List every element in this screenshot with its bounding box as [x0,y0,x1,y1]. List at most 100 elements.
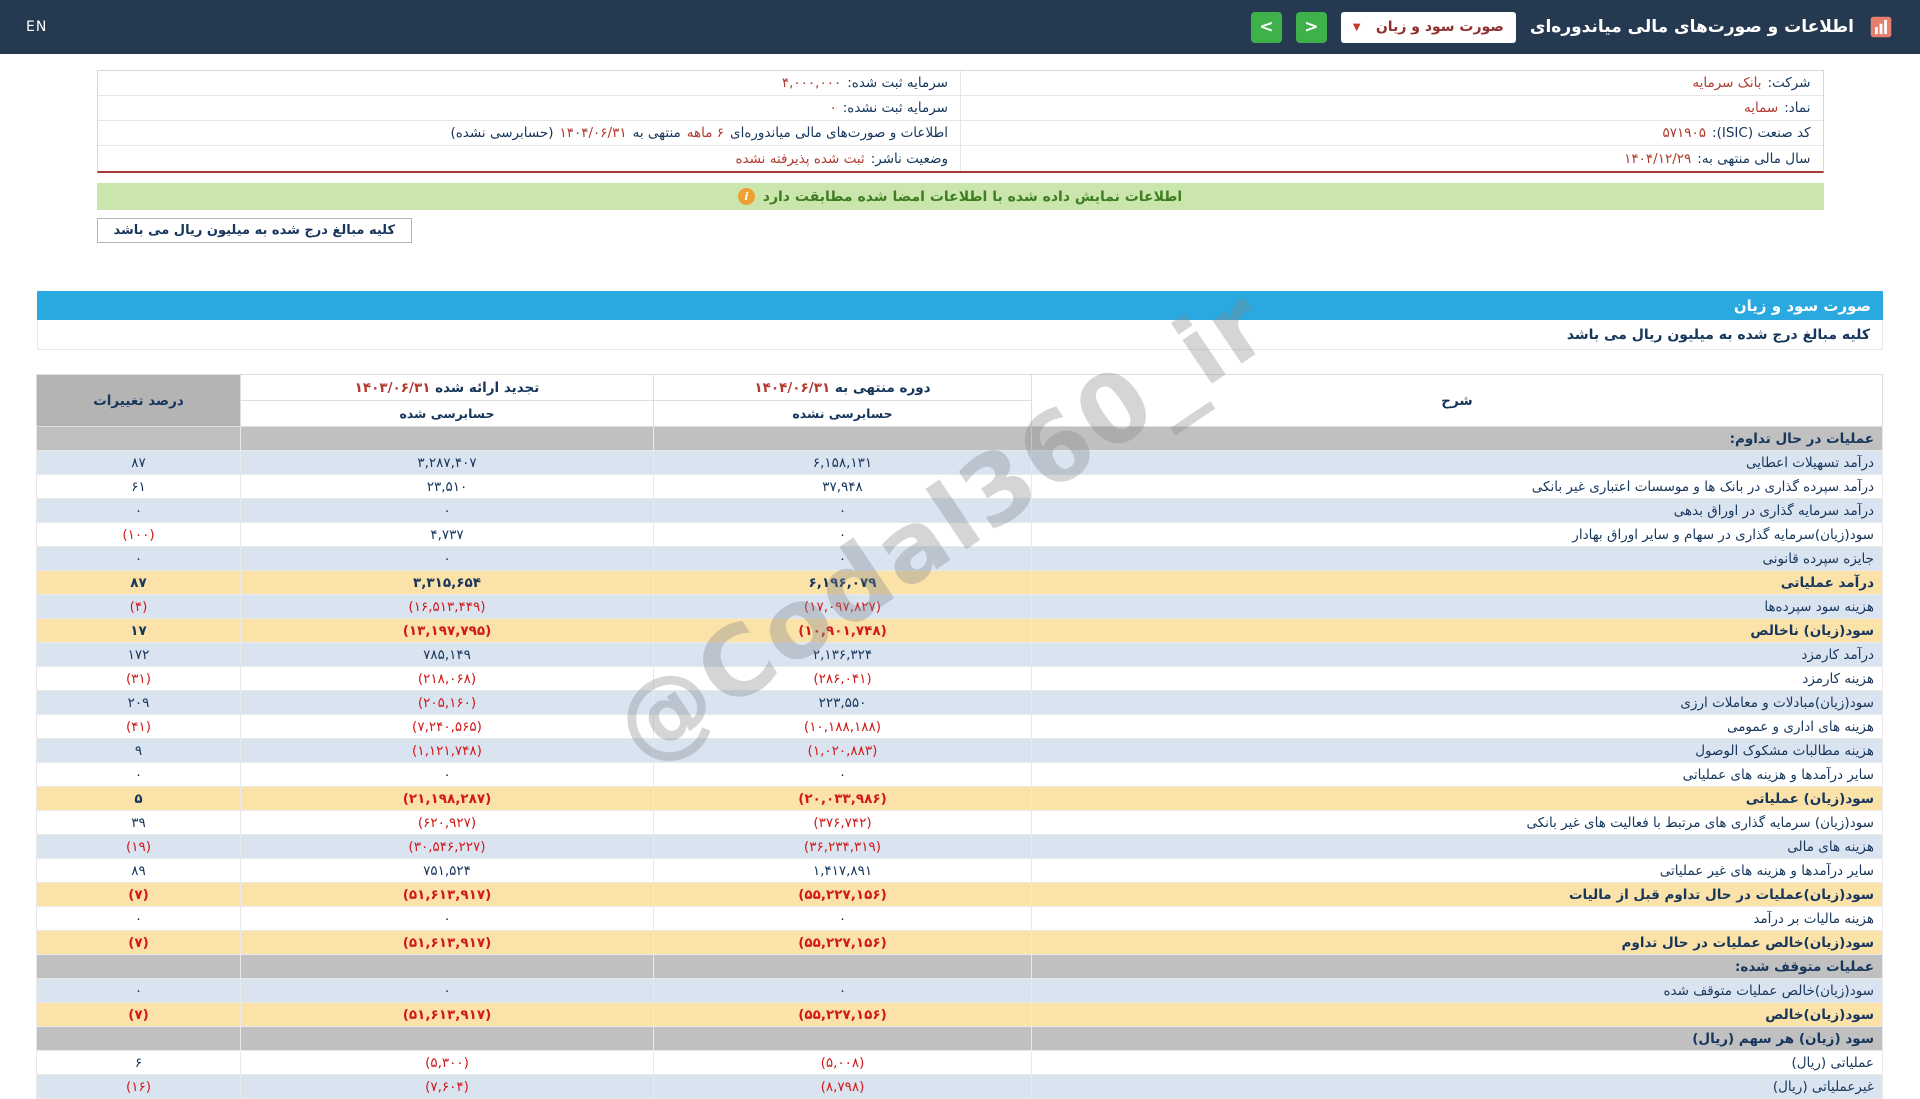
current-period-cell: (۱۰,۱۸۸,۱۸۸) [653,714,1032,739]
pct-change-cell: ۰ [36,546,241,571]
info-label: نماد: [1784,100,1811,116]
pct-change-cell: (۴۱) [36,714,241,739]
info-label: شرکت: [1767,75,1811,91]
col-restated-period-title: تجدید ارائه شده [435,379,540,396]
table-gap [37,350,1883,374]
pct-change-cell: (۱۶) [36,1074,241,1099]
col-pct-change-header: درصد تغییرات [36,374,241,427]
table-row: سود(زیان) سرمایه گذاری های مرتبط با فعال… [36,810,1883,835]
row-desc-cell: سود(زیان)سرمایه گذاری در سهام و سایر اور… [1031,522,1883,547]
prior-period-cell: (۵۱,۶۱۳,۹۱۷) [240,930,654,955]
col-current-period-header: دوره منتهی به ۱۴۰۴/۰۶/۳۱ [653,374,1032,401]
prior-period-cell: ۰ [240,546,654,571]
current-period-cell: ۰ [653,978,1032,1003]
row-desc-cell: جایزه سپرده قانونی [1031,546,1883,571]
total-row: سود(زیان)خالص (۵۵,۲۲۷,۱۵۶) (۵۱,۶۱۳,۹۱۷) (۷) [36,1002,1883,1027]
chevron-down-icon: ▼ [1352,21,1361,33]
info-row: کد صنعت (ISIC): ۵۷۱۹۰۵ اطلاعات و صورت‌های … [97,121,1823,146]
total-row: سود(زیان)خالص عملیات در حال تداوم (۵۵,۲۲۷… [36,930,1883,955]
info-cell: سرمایه ثبت نشده: ۰ [98,96,961,120]
table-row: درآمد تسهیلات اعطایی ۶,۱۵۸,۱۳۱ ۳,۲۸۷,۴۰۷ ۸۷ [36,450,1883,475]
table-row: هزینه های مالی (۳۶,۲۳۴,۳۱۹) (۳۰,۵۴۶,۲۲۷) (۱… [36,834,1883,859]
table-row: هزینه های اداری و عمومی (۱۰,۱۸۸,۱۸۸) (۷,۲۴… [36,714,1883,739]
current-period-cell: ۰ [653,906,1032,931]
info-cell: اطلاعات و صورت‌های مالی میاندوره‌ای ۶ ماه… [98,121,961,145]
prior-period-cell: (۲۰۵,۱۶۰) [240,690,654,715]
pct-change-cell: (۳۱) [36,666,241,691]
row-desc-cell: سایر درآمدها و هزینه های عملیاتی [1031,762,1883,787]
table-row: هزینه سود سپرده‌ها (۱۷,۰۹۷,۸۲۷) (۱۶,۵۱۳,۴۴… [36,594,1883,619]
prior-period-cell: ۷۸۵,۱۴۹ [240,642,654,667]
current-period-cell: (۳۶,۲۳۴,۳۱۹) [653,834,1032,859]
row-desc-cell: سود(زیان)مبادلات و معاملات ارزی [1031,690,1883,715]
prior-period-cell: (۱,۱۲۱,۷۴۸) [240,738,654,763]
row-desc-cell: سود(زیان)خالص عملیات متوقف شده [1031,978,1883,1003]
info-cell: وضعیت ناشر: ثبت شده پذیرفته نشده [98,146,961,171]
row-desc-cell: عملیات متوقف شده: [1031,954,1883,979]
prior-period-cell: ۳,۳۱۵,۶۵۴ [240,570,654,595]
row-desc-cell: هزینه سود سپرده‌ها [1031,594,1883,619]
row-desc-cell: درآمد عملیاتی [1031,570,1883,595]
table-row: درآمد سرمایه گذاری در اوراق بدهی ۰ ۰ ۰ [36,498,1883,523]
pct-change-cell: ۵ [36,786,241,811]
current-period-cell: ۲,۱۳۶,۳۲۴ [653,642,1032,667]
info-cell: نماد: سمایه [960,96,1823,120]
prior-period-cell: ۰ [240,978,654,1003]
current-period-cell: (۵۵,۲۲۷,۱۵۶) [653,930,1032,955]
pct-change-cell: (۱۹) [36,834,241,859]
total-row: سود(زیان)عملیات در حال تداوم قبل از مالی… [36,882,1883,907]
info-row: شرکت: بانک سرمایه سرمایه ثبت شده: ۴,۰۰۰,۰۰۰ [97,71,1823,96]
statement-unit-note: کلیه مبالغ درج شده به میلیون ریال می باش… [37,320,1883,350]
row-desc-cell: غیرعملیاتی (ریال) [1031,1074,1883,1099]
section-row: عملیات متوقف شده: [36,954,1883,979]
total-row: سود(زیان) ناخالص (۱۰,۹۰۱,۷۴۸) (۱۳,۱۹۷,۷۹۵)… [36,618,1883,643]
row-desc-cell: سود(زیان)خالص [1031,1002,1883,1027]
pct-change-cell [36,954,241,979]
table-row: سود(زیان)سرمایه گذاری در سهام و سایر اور… [36,522,1883,547]
current-period-cell: ۶,۱۹۶,۰۷۹ [653,570,1032,595]
current-period-cell: (۱,۰۲۰,۸۸۳) [653,738,1032,763]
row-desc-cell: سود(زیان) ناخالص [1031,618,1883,643]
current-period-cell: (۱۷,۰۹۷,۸۲۷) [653,594,1032,619]
prior-period-cell: (۱۶,۵۱۳,۴۴۹) [240,594,654,619]
prior-period-cell: ۰ [240,906,654,931]
audit-status-current: حسابرسی نشده [653,400,1032,427]
signature-match-banner: اطلاعات نمایش داده شده با اطلاعات امضا ش… [96,183,1824,210]
info-label: کد صنعت (ISIC): [1712,125,1811,141]
pct-change-cell: ۲۰۹ [36,690,241,715]
info-icon: i [737,188,755,205]
topbar-right-group: اطلاعات و صورت‌های مالی میاندوره‌ای صورت… [1250,11,1894,43]
col-restated-period-header: تجدید ارائه شده ۱۴۰۳/۰۶/۳۱ [240,374,654,401]
current-period-cell: ۰ [653,546,1032,571]
nav-prev-button[interactable]: < [1295,11,1327,43]
table-row: جایزه سپرده قانونی ۰ ۰ ۰ [36,546,1883,571]
current-period-cell: (۲۰,۰۳۳,۹۸۶) [653,786,1032,811]
col-desc-header: شرح [1031,374,1883,427]
info-value: ۱۴۰۴/۱۲/۲۹ [1624,150,1692,167]
unit-note-wrap: کلیه مبالغ درج شده به میلیون ریال می باش… [96,218,1824,243]
table-row: درآمد کارمزد ۲,۱۳۶,۳۲۴ ۷۸۵,۱۴۹ ۱۷۲ [36,642,1883,667]
current-period-cell: (۵,۰۰۸) [653,1050,1032,1075]
row-desc-cell: هزینه کارمزد [1031,666,1883,691]
row-desc-cell: هزینه های اداری و عمومی [1031,714,1883,739]
pct-change-cell: ۳۹ [36,810,241,835]
unit-note-box: کلیه مبالغ درج شده به میلیون ریال می باش… [96,218,413,243]
nav-next-button[interactable]: > [1250,11,1282,43]
lang-en-link[interactable]: EN [26,19,47,35]
audit-status-prior: حسابرسی شده [240,400,654,427]
report-type-select[interactable]: صورت سود و زیان ▼ [1340,11,1516,43]
info-value: ۰ [829,100,837,116]
prior-period-cell: ۴,۷۳۷ [240,522,654,547]
prior-period-cell: (۳۰,۵۴۶,۲۲۷) [240,834,654,859]
total-row: سود(زیان) عملیاتی (۲۰,۰۳۳,۹۸۶) (۲۱,۱۹۸,۲۸۷… [36,786,1883,811]
current-period-cell: (۸,۷۹۸) [653,1074,1032,1099]
prior-period-cell: ۷۵۱,۵۲۴ [240,858,654,883]
current-period-cell [653,426,1032,451]
prior-period-cell [240,426,654,451]
row-desc-cell: هزینه مطالبات مشکوک الوصول [1031,738,1883,763]
prior-period-cell: (۵۱,۶۱۳,۹۱۷) [240,1002,654,1027]
section-row: سود (زیان) هر سهم (ریال) [36,1026,1883,1051]
info-value: ۶ ماهه [686,125,725,141]
page-title: اطلاعات و صورت‌های مالی میاندوره‌ای [1529,17,1854,37]
prior-period-cell: ۲۳,۵۱۰ [240,474,654,499]
